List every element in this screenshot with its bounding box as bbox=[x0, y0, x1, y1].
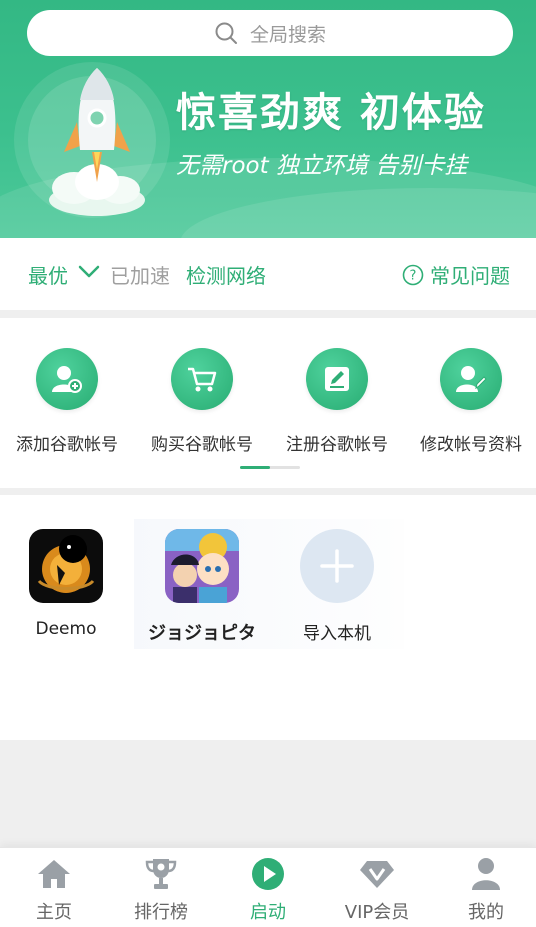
shortcut-icon-circle bbox=[440, 348, 502, 410]
deemo-app-icon bbox=[29, 529, 103, 603]
trophy-icon bbox=[145, 859, 177, 889]
tab-ranking[interactable]: 排行榜 bbox=[107, 856, 215, 924]
shortcut-icon-circle bbox=[171, 348, 233, 410]
svg-text:?: ? bbox=[410, 268, 417, 283]
banner-title: 惊喜劲爽 初体验 bbox=[176, 90, 486, 136]
shortcut-label: 购买谷歌帐号 bbox=[151, 435, 253, 455]
home-icon bbox=[38, 860, 70, 888]
person-icon bbox=[472, 858, 500, 890]
shortcut-icon-circle bbox=[306, 348, 368, 410]
shortcut-label: 注册谷歌帐号 bbox=[286, 435, 388, 455]
bottom-tab-bar: 主页 排行榜 启动 VIP会员 我的 bbox=[0, 847, 536, 927]
app-name: ジョジョピタ bbox=[148, 623, 256, 644]
hero-banner[interactable]: 惊喜劲爽 初体验 无需root 独立环境 告别卡挂 全局搜索 bbox=[0, 0, 536, 238]
shortcut-add-account[interactable]: 添加谷歌帐号 bbox=[2, 348, 132, 455]
shortcut-buy-account[interactable]: 购买谷歌帐号 bbox=[137, 348, 267, 455]
rocket-icon bbox=[49, 68, 145, 216]
tab-label: VIP会员 bbox=[344, 902, 410, 923]
app-name: Deemo bbox=[35, 619, 97, 639]
tab-mine[interactable]: 我的 bbox=[432, 856, 536, 924]
question-icon: ? bbox=[402, 264, 424, 285]
search-icon bbox=[215, 22, 237, 44]
diamond-icon bbox=[360, 861, 394, 888]
app-grid: Deemo ジョジョピタ 导入本机 bbox=[0, 495, 536, 740]
faq-label: 常见问题 bbox=[430, 264, 510, 288]
app-name: 导入本机 bbox=[303, 624, 371, 644]
jojo-app-icon bbox=[165, 529, 239, 603]
network-bar: 最优 已加速 检测网络 ? 常见问题 bbox=[0, 238, 536, 310]
add-user-icon bbox=[52, 366, 82, 393]
tab-vip[interactable]: VIP会员 bbox=[323, 856, 431, 924]
account-shortcuts: 添加谷歌帐号 购买谷歌帐号 注册谷歌帐号 修改帐号资料 bbox=[0, 318, 536, 488]
app-tile[interactable]: ジョジョピタ bbox=[132, 529, 272, 645]
add-icon bbox=[300, 529, 374, 603]
check-network-link[interactable]: 检测网络 bbox=[186, 260, 266, 289]
page-indicator-active bbox=[240, 466, 270, 469]
play-icon bbox=[252, 858, 284, 890]
shortcut-label: 修改帐号资料 bbox=[420, 435, 522, 455]
tab-label: 我的 bbox=[468, 902, 504, 923]
shortcut-label: 添加谷歌帐号 bbox=[16, 435, 118, 455]
edit-user-icon bbox=[456, 366, 487, 392]
shortcut-icon-circle bbox=[36, 348, 98, 410]
tab-home[interactable]: 主页 bbox=[0, 856, 108, 924]
chevron-down-icon[interactable] bbox=[78, 262, 100, 282]
shortcut-register-account[interactable]: 注册谷歌帐号 bbox=[272, 348, 402, 455]
search-placeholder: 全局搜索 bbox=[249, 23, 326, 46]
tab-label: 排行榜 bbox=[134, 902, 188, 923]
search-bar[interactable]: 全局搜索 bbox=[27, 10, 513, 56]
shortcut-edit-profile[interactable]: 修改帐号资料 bbox=[406, 348, 536, 455]
tab-label: 主页 bbox=[36, 902, 72, 923]
tab-label: 启动 bbox=[250, 902, 286, 923]
import-local-app-tile[interactable]: 导入本机 bbox=[267, 529, 407, 644]
cart-icon bbox=[188, 367, 217, 392]
edit-icon bbox=[325, 367, 349, 391]
banner-subtitle: 无需root 独立环境 告别卡挂 bbox=[176, 153, 468, 179]
tab-launch[interactable]: 启动 bbox=[214, 856, 322, 924]
faq-link[interactable]: ? 常见问题 bbox=[402, 260, 510, 289]
network-status: 已加速 bbox=[110, 264, 170, 288]
page-indicator bbox=[240, 466, 300, 469]
network-mode-selector[interactable]: 最优 bbox=[28, 260, 68, 289]
app-tile[interactable]: Deemo bbox=[0, 529, 136, 639]
